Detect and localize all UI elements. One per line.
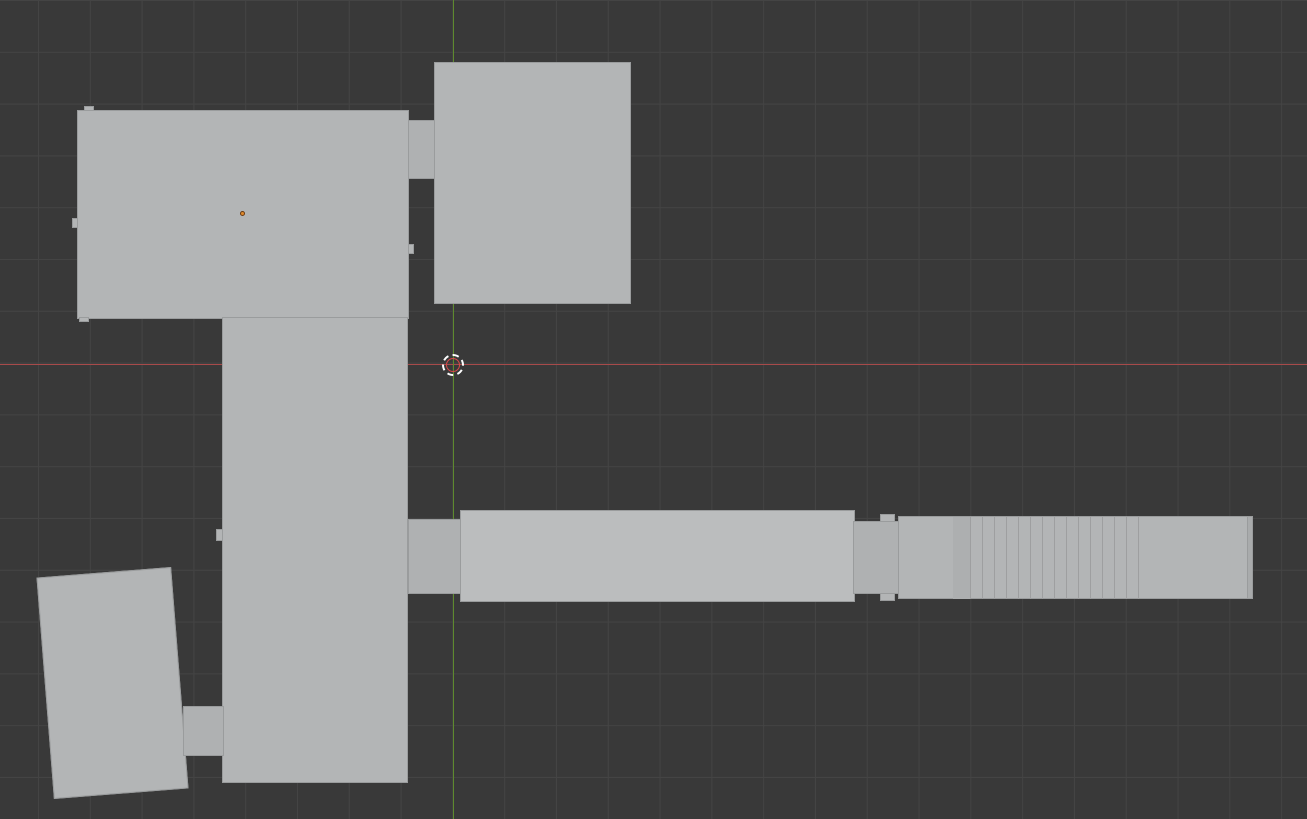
mesh-barrel-connector[interactable] bbox=[408, 519, 462, 594]
muzzle-rib bbox=[1007, 517, 1019, 599]
mesh-small-tab[interactable] bbox=[72, 218, 78, 228]
mesh-connector-upper[interactable] bbox=[408, 120, 436, 179]
muzzle-rib bbox=[983, 517, 995, 599]
muzzle-rib bbox=[1127, 517, 1139, 599]
mesh-muzzle-ribs bbox=[953, 517, 1253, 599]
muzzle-rib bbox=[971, 517, 983, 599]
mesh-small-tab[interactable] bbox=[408, 244, 414, 254]
muzzle-rib bbox=[1115, 517, 1127, 599]
3d-viewport[interactable] bbox=[0, 0, 1307, 819]
mesh-small-tab[interactable] bbox=[79, 317, 89, 322]
mesh-small-tab[interactable] bbox=[216, 529, 223, 541]
muzzle-rib bbox=[1079, 517, 1091, 599]
muzzle-rib bbox=[953, 517, 971, 599]
mesh-small-tab[interactable] bbox=[880, 514, 895, 522]
muzzle-rib bbox=[1091, 517, 1103, 599]
mesh-small-tab[interactable] bbox=[880, 593, 895, 601]
mesh-muzzle-end[interactable] bbox=[1247, 516, 1253, 599]
object-origin-point[interactable] bbox=[240, 211, 245, 216]
mesh-column-center[interactable] bbox=[222, 317, 408, 783]
3d-cursor-icon[interactable] bbox=[442, 354, 464, 376]
muzzle-rib bbox=[1103, 517, 1115, 599]
muzzle-rib bbox=[995, 517, 1007, 599]
muzzle-rib bbox=[1067, 517, 1079, 599]
x-axis-line bbox=[0, 364, 1307, 365]
muzzle-rib bbox=[1043, 517, 1055, 599]
muzzle-rib bbox=[1055, 517, 1067, 599]
mesh-barrel[interactable] bbox=[460, 510, 855, 602]
mesh-connector-lower[interactable] bbox=[183, 706, 224, 756]
mesh-small-tab[interactable] bbox=[84, 106, 94, 111]
muzzle-rib bbox=[1019, 517, 1031, 599]
mesh-box-lower-left[interactable] bbox=[36, 567, 189, 799]
muzzle-rib bbox=[1031, 517, 1043, 599]
mesh-box-upper-right[interactable] bbox=[434, 62, 631, 304]
mesh-barrel-joint[interactable] bbox=[853, 521, 900, 594]
